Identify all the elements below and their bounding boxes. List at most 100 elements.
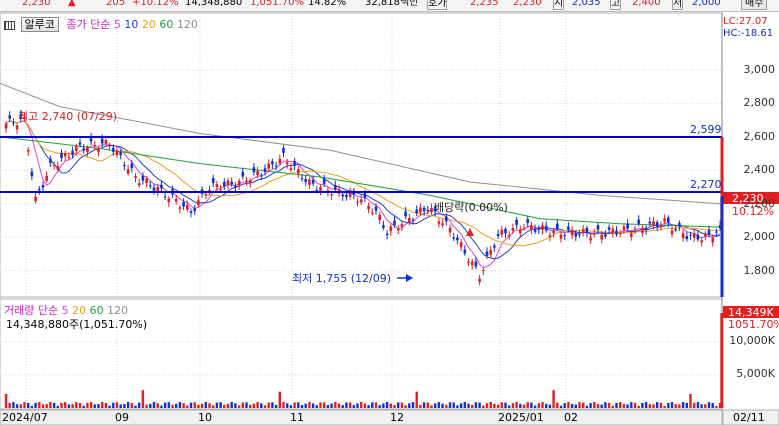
volume-bar — [189, 402, 193, 408]
candle-body — [715, 231, 718, 233]
candle-body — [593, 233, 596, 235]
volume-bar — [104, 403, 108, 408]
volume-bar — [493, 403, 496, 408]
volume-bar — [656, 402, 659, 408]
volume-bar — [637, 405, 640, 408]
candle-body — [515, 219, 518, 225]
volume-bar — [467, 403, 470, 408]
candle-body — [104, 140, 108, 144]
volume-bar — [208, 403, 211, 408]
current-pct-tag: 10.12% — [732, 205, 774, 218]
volume-bar — [426, 402, 429, 408]
volume-bar — [648, 404, 651, 408]
candle-body — [478, 278, 481, 282]
candle-body — [193, 208, 196, 212]
volume-bar — [212, 405, 215, 408]
candle-body — [215, 184, 219, 188]
volume-bar — [452, 402, 455, 408]
candle-body — [426, 209, 430, 211]
candle-body — [12, 122, 15, 124]
volume-bar — [704, 404, 707, 408]
dividend-note: 배당락(0.00%) — [434, 201, 508, 214]
volume-bar — [82, 405, 85, 408]
candle-body — [359, 199, 363, 203]
price-tick: 2,800 — [743, 96, 776, 110]
volume-bar — [445, 404, 448, 408]
price-tick: 2,000 — [743, 230, 776, 244]
candle-body — [82, 148, 85, 151]
candle-body — [315, 189, 319, 191]
ma60-line — [0, 136, 721, 228]
candle-body — [311, 179, 315, 184]
candle-body — [274, 165, 278, 167]
candle-body — [119, 152, 122, 156]
volume-bar — [230, 402, 233, 408]
volume-bar — [249, 404, 252, 408]
volume-bar — [437, 402, 441, 408]
volume-bar — [644, 402, 648, 408]
volume-bar — [567, 402, 570, 408]
candle-body — [493, 245, 496, 248]
volume-bar — [689, 393, 692, 408]
candle-body — [108, 145, 111, 147]
volume-bar — [15, 404, 19, 408]
volume-bar — [559, 405, 563, 408]
tool-button[interactable]: 알루코 — [20, 17, 59, 32]
candle-body — [556, 223, 559, 229]
volume-bar — [160, 405, 163, 408]
volume-bar — [8, 402, 11, 408]
volume-bar — [693, 402, 696, 408]
candle-body — [408, 217, 411, 223]
volume-bar — [508, 405, 511, 408]
volume-bar — [374, 402, 378, 408]
x-axis-label: 02 — [564, 411, 578, 424]
volume-bar — [93, 404, 96, 408]
volume-bar — [397, 402, 400, 408]
candle-body — [167, 198, 171, 203]
volume-bar — [400, 402, 404, 408]
volume-bar — [223, 404, 226, 408]
x-axis-label: 09 — [115, 411, 129, 424]
resistance-label: 2,599 — [690, 123, 722, 136]
candle-body — [463, 249, 467, 254]
candle-body — [404, 211, 407, 217]
candle-body — [655, 222, 659, 227]
candle-body — [689, 234, 692, 236]
candle-body — [211, 178, 215, 184]
price-legend-label: 종가 단순 — [66, 18, 111, 31]
volume-bar — [286, 403, 289, 408]
candle-body — [430, 207, 433, 213]
volume-bar — [274, 404, 278, 408]
volume-bar — [622, 404, 626, 408]
candle-body — [552, 230, 555, 234]
volume-bar — [393, 405, 396, 408]
candle-body — [678, 222, 681, 227]
volume-bar — [533, 405, 537, 408]
volume-bar — [519, 403, 522, 408]
candle-body — [663, 218, 666, 222]
candle-body — [252, 167, 256, 173]
candle-body — [389, 226, 393, 232]
candle-body — [334, 184, 337, 190]
candle-body — [267, 163, 270, 169]
support-label: 2,270 — [690, 178, 722, 191]
volume-bar — [545, 403, 548, 408]
volume-bar — [186, 405, 189, 408]
volume-bar — [448, 402, 452, 408]
volume-bar — [234, 403, 237, 408]
candle-body — [30, 171, 34, 177]
all-time-low-note: 최저 1,755 (12/09) — [292, 272, 392, 285]
volume-bar — [304, 403, 307, 408]
volume-bar — [556, 402, 559, 408]
volume-bar — [485, 403, 489, 408]
candle-body — [71, 150, 74, 155]
candle-body — [248, 180, 252, 183]
chart-canvas[interactable] — [0, 0, 779, 425]
volume-bar — [278, 391, 281, 408]
candle-body — [574, 233, 578, 237]
volume-bar — [97, 404, 100, 408]
candle-body — [507, 235, 511, 237]
volume-bar — [471, 404, 474, 408]
candle-body — [149, 185, 152, 187]
volume-bar — [360, 402, 363, 408]
